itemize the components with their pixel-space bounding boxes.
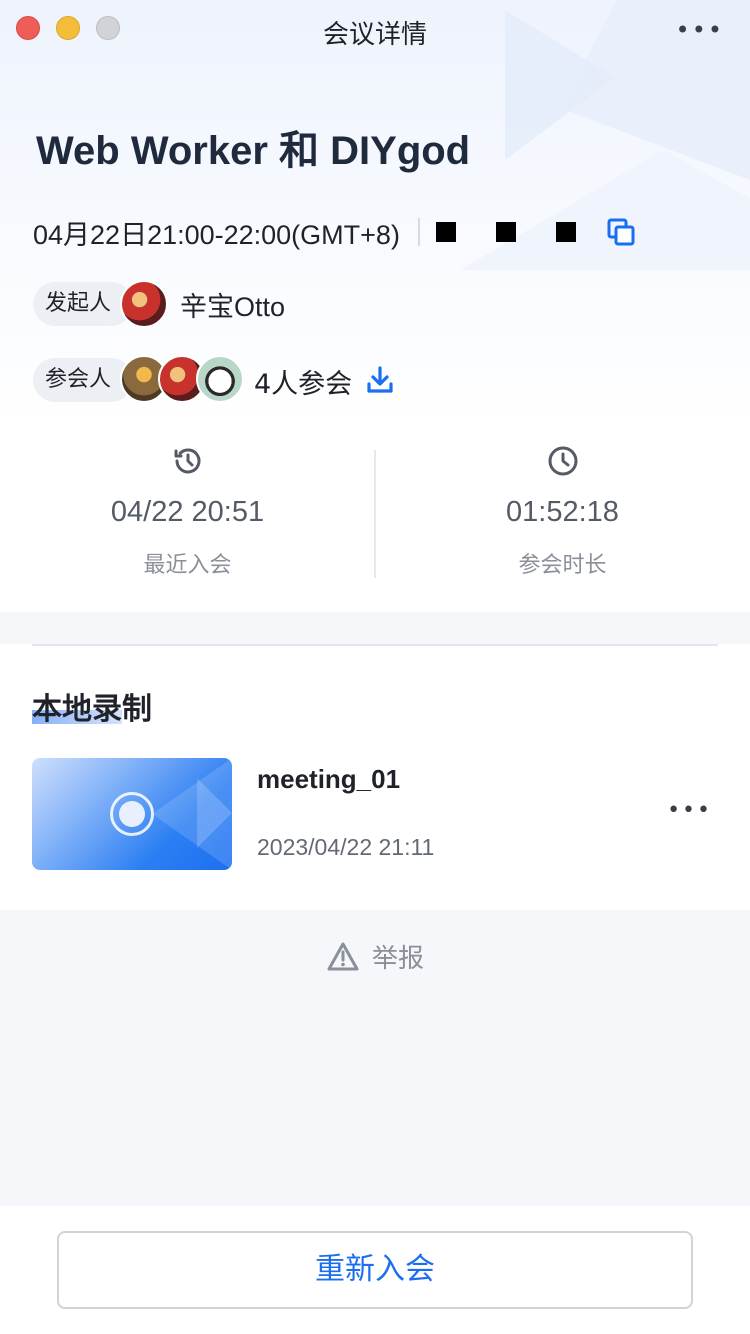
redacted-meeting-id	[435, 222, 576, 242]
meeting-details-window: 会议详情 ••• Web Worker 和 DIYgod 04月22日21:00…	[0, 0, 750, 1334]
redaction-block	[555, 222, 576, 242]
history-clock-icon	[174, 448, 200, 474]
participant-count[interactable]: 4人参会	[254, 362, 352, 401]
duration-label: 参会时长	[518, 553, 607, 578]
report-button[interactable]: 举报	[0, 938, 750, 975]
duration-value: 01:52:18	[506, 496, 619, 528]
participants-chip: 参会人	[33, 358, 133, 402]
recording-more-button[interactable]: •••	[667, 800, 712, 822]
recent-join-label: 最近入会	[143, 553, 232, 578]
header-decoration	[460, 150, 750, 270]
recent-join-value: 04/22 20:51	[110, 496, 265, 528]
clock-icon	[548, 446, 577, 476]
rejoin-meeting-button[interactable]: 重新入会	[57, 1231, 693, 1309]
meeting-title: Web Worker 和 DIYgod	[36, 129, 471, 173]
recording-file-name[interactable]: meeting_01	[257, 764, 400, 795]
recording-file-date: 2023/04/22 21:11	[257, 834, 435, 860]
divider	[32, 644, 718, 646]
duration-stat: 01:52:18 参会时长	[375, 438, 750, 579]
meeting-stats: 04/22 20:51 最近入会 01:52:18 参会时长	[0, 438, 750, 588]
more-options-button[interactable]: •••	[676, 18, 724, 42]
meeting-header: 会议详情 ••• Web Worker 和 DIYgod 04月22日21:00…	[0, 0, 750, 612]
local-recording-title: 本地录制	[32, 692, 152, 727]
recording-thumbnail[interactable]	[32, 758, 232, 870]
copy-icon[interactable]	[606, 217, 636, 247]
avatar[interactable]	[120, 280, 168, 328]
record-icon	[110, 792, 154, 836]
host-name: 辛宝Otto	[180, 292, 286, 322]
section-title-wrap: 本地录制	[32, 684, 152, 728]
recent-join-stat: 04/22 20:51 最近入会	[0, 438, 375, 579]
download-icon[interactable]	[364, 364, 396, 396]
divider	[417, 218, 420, 246]
avatar[interactable]	[196, 355, 244, 403]
meeting-time: 04月22日21:00-22:00(GMT+8)	[33, 219, 400, 250]
warning-icon	[327, 942, 359, 970]
redaction-block	[435, 222, 456, 242]
report-label: 举报	[371, 944, 424, 974]
window-title: 会议详情	[322, 20, 427, 50]
record-icon-inner	[119, 801, 145, 827]
meeting-time-row: 04月22日21:00-22:00(GMT+8)	[33, 214, 636, 250]
local-recording-section: 本地录制 meeting_01 2023/04/22 21:11 •••	[0, 644, 750, 910]
redaction-block	[495, 222, 516, 242]
host-chip: 发起人	[33, 282, 133, 326]
footer: 重新入会	[0, 1206, 750, 1334]
